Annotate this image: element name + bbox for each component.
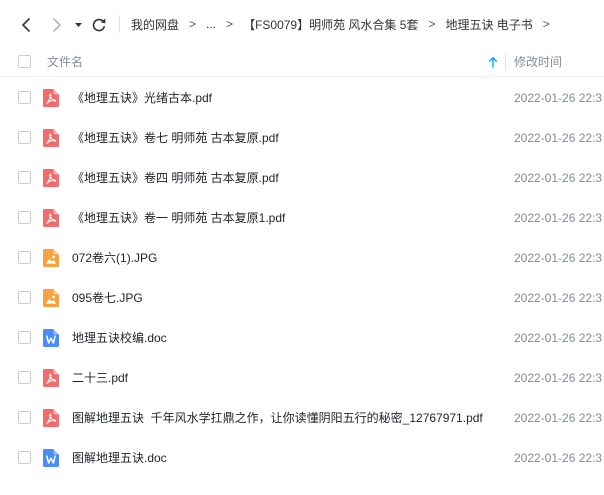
breadcrumb-subfolder-chevron[interactable]: > xyxy=(543,17,550,31)
file-name[interactable]: 《地理五诀》卷一 明师苑 古本复原1.pdf xyxy=(72,198,285,238)
forward-icon[interactable] xyxy=(51,17,63,33)
select-all-checkbox[interactable] xyxy=(18,55,31,68)
file-list: 《地理五诀》光绪古本.pdf 2022-01-26 22:3 《地理五诀》卷七 明师… xyxy=(0,78,604,495)
modified-time: 2022-01-26 22:3 xyxy=(514,171,603,185)
breadcrumb-item-my-netdisk[interactable]: 我的网盘 xyxy=(131,16,179,33)
file-name[interactable]: 图解地理五诀 千年风水学扛鼎之作，让你读懂阴阳五行的秘密_12767971.pd… xyxy=(72,398,483,438)
toolbar-divider xyxy=(119,15,120,33)
column-header-modified[interactable]: 修改时间 xyxy=(514,48,562,76)
file-name[interactable]: 《地理五诀》卷四 明师苑 古本复原.pdf xyxy=(72,158,279,198)
modified-time: 2022-01-26 22:3 xyxy=(514,371,603,385)
file-name[interactable]: 《地理五诀》光绪古本.pdf xyxy=(72,78,212,118)
image-file-icon xyxy=(43,249,59,267)
file-name[interactable]: 095卷七.JPG xyxy=(72,278,143,318)
breadcrumb-separator: > xyxy=(226,17,234,31)
file-row[interactable]: 《地理五诀》卷一 明师苑 古本复原1.pdf 2022-01-26 22:3 xyxy=(0,198,604,238)
file-row[interactable]: 《地理五诀》卷四 明师苑 古本复原.pdf 2022-01-26 22:3 xyxy=(0,158,604,198)
pdf-file-icon xyxy=(43,169,59,187)
modified-time: 2022-01-26 22:3 xyxy=(514,251,603,265)
row-checkbox[interactable] xyxy=(18,291,31,304)
sort-ascending-icon[interactable] xyxy=(488,56,498,68)
column-header-name[interactable]: 文件名 xyxy=(47,48,83,76)
row-checkbox[interactable] xyxy=(18,451,31,464)
file-name[interactable]: 二十三.pdf xyxy=(72,358,128,398)
word-file-icon xyxy=(43,329,59,347)
modified-time: 2022-01-26 22:3 xyxy=(514,451,603,465)
breadcrumb: 我的网盘 > ... > 【FS0079】明师苑 风水合集 5套 > 地理五诀 … xyxy=(131,0,550,48)
row-checkbox[interactable] xyxy=(18,411,31,424)
row-checkbox[interactable] xyxy=(18,91,31,104)
file-row[interactable]: 095卷七.JPG 2022-01-26 22:3 xyxy=(0,278,604,318)
pdf-file-icon xyxy=(43,369,59,387)
word-file-icon xyxy=(43,449,59,467)
modified-time: 2022-01-26 22:3 xyxy=(514,211,603,225)
file-row[interactable]: 图解地理五诀 千年风水学扛鼎之作，让你读懂阴阳五行的秘密_12767971.pd… xyxy=(0,398,604,438)
file-row[interactable]: 《地理五诀》光绪古本.pdf 2022-01-26 22:3 xyxy=(0,78,604,118)
row-checkbox[interactable] xyxy=(18,131,31,144)
row-checkbox[interactable] xyxy=(18,331,31,344)
file-name[interactable]: 地理五诀校编.doc xyxy=(72,318,167,358)
modified-time: 2022-01-26 22:3 xyxy=(514,91,603,105)
file-row[interactable]: 二十三.pdf 2022-01-26 22:3 xyxy=(0,358,604,398)
modified-time: 2022-01-26 22:3 xyxy=(514,331,603,345)
breadcrumb-item-collapsed[interactable]: ... xyxy=(206,17,216,31)
modified-time: 2022-01-26 22:3 xyxy=(514,131,603,145)
file-name[interactable]: 图解地理五诀.doc xyxy=(72,438,167,478)
refresh-icon[interactable] xyxy=(91,17,107,33)
image-file-icon xyxy=(43,289,59,307)
pdf-file-icon xyxy=(43,129,59,147)
breadcrumb-separator: > xyxy=(428,17,436,31)
file-row[interactable]: 图解地理五诀.doc 2022-01-26 22:3 xyxy=(0,438,604,478)
breadcrumb-separator: > xyxy=(189,17,197,31)
file-row[interactable]: 《地理五诀》卷七 明师苑 古本复原.pdf 2022-01-26 22:3 xyxy=(0,118,604,158)
file-row[interactable]: 072卷六(1).JPG 2022-01-26 22:3 xyxy=(0,238,604,278)
row-checkbox[interactable] xyxy=(18,211,31,224)
file-row[interactable]: 地理五诀校编.doc 2022-01-26 22:3 xyxy=(0,318,604,358)
column-resize-divider[interactable] xyxy=(505,54,506,70)
navigation-bar: 我的网盘 > ... > 【FS0079】明师苑 风水合集 5套 > 地理五诀 … xyxy=(0,0,604,48)
pdf-file-icon xyxy=(43,209,59,227)
modified-time: 2022-01-26 22:3 xyxy=(514,411,603,425)
list-header: 文件名 修改时间 xyxy=(0,48,604,77)
breadcrumb-item-current-folder[interactable]: 地理五诀 电子书 xyxy=(445,16,532,33)
back-icon[interactable] xyxy=(20,17,32,33)
file-name[interactable]: 《地理五诀》卷七 明师苑 古本复原.pdf xyxy=(72,118,279,158)
history-dropdown-icon[interactable] xyxy=(74,21,83,29)
row-checkbox[interactable] xyxy=(18,251,31,264)
pdf-file-icon xyxy=(43,409,59,427)
pdf-file-icon xyxy=(43,89,59,107)
file-name[interactable]: 072卷六(1).JPG xyxy=(72,238,157,278)
row-checkbox[interactable] xyxy=(18,371,31,384)
modified-time: 2022-01-26 22:3 xyxy=(514,291,603,305)
breadcrumb-item-parent-folder[interactable]: 【FS0079】明师苑 风水合集 5套 xyxy=(243,16,418,33)
row-checkbox[interactable] xyxy=(18,171,31,184)
